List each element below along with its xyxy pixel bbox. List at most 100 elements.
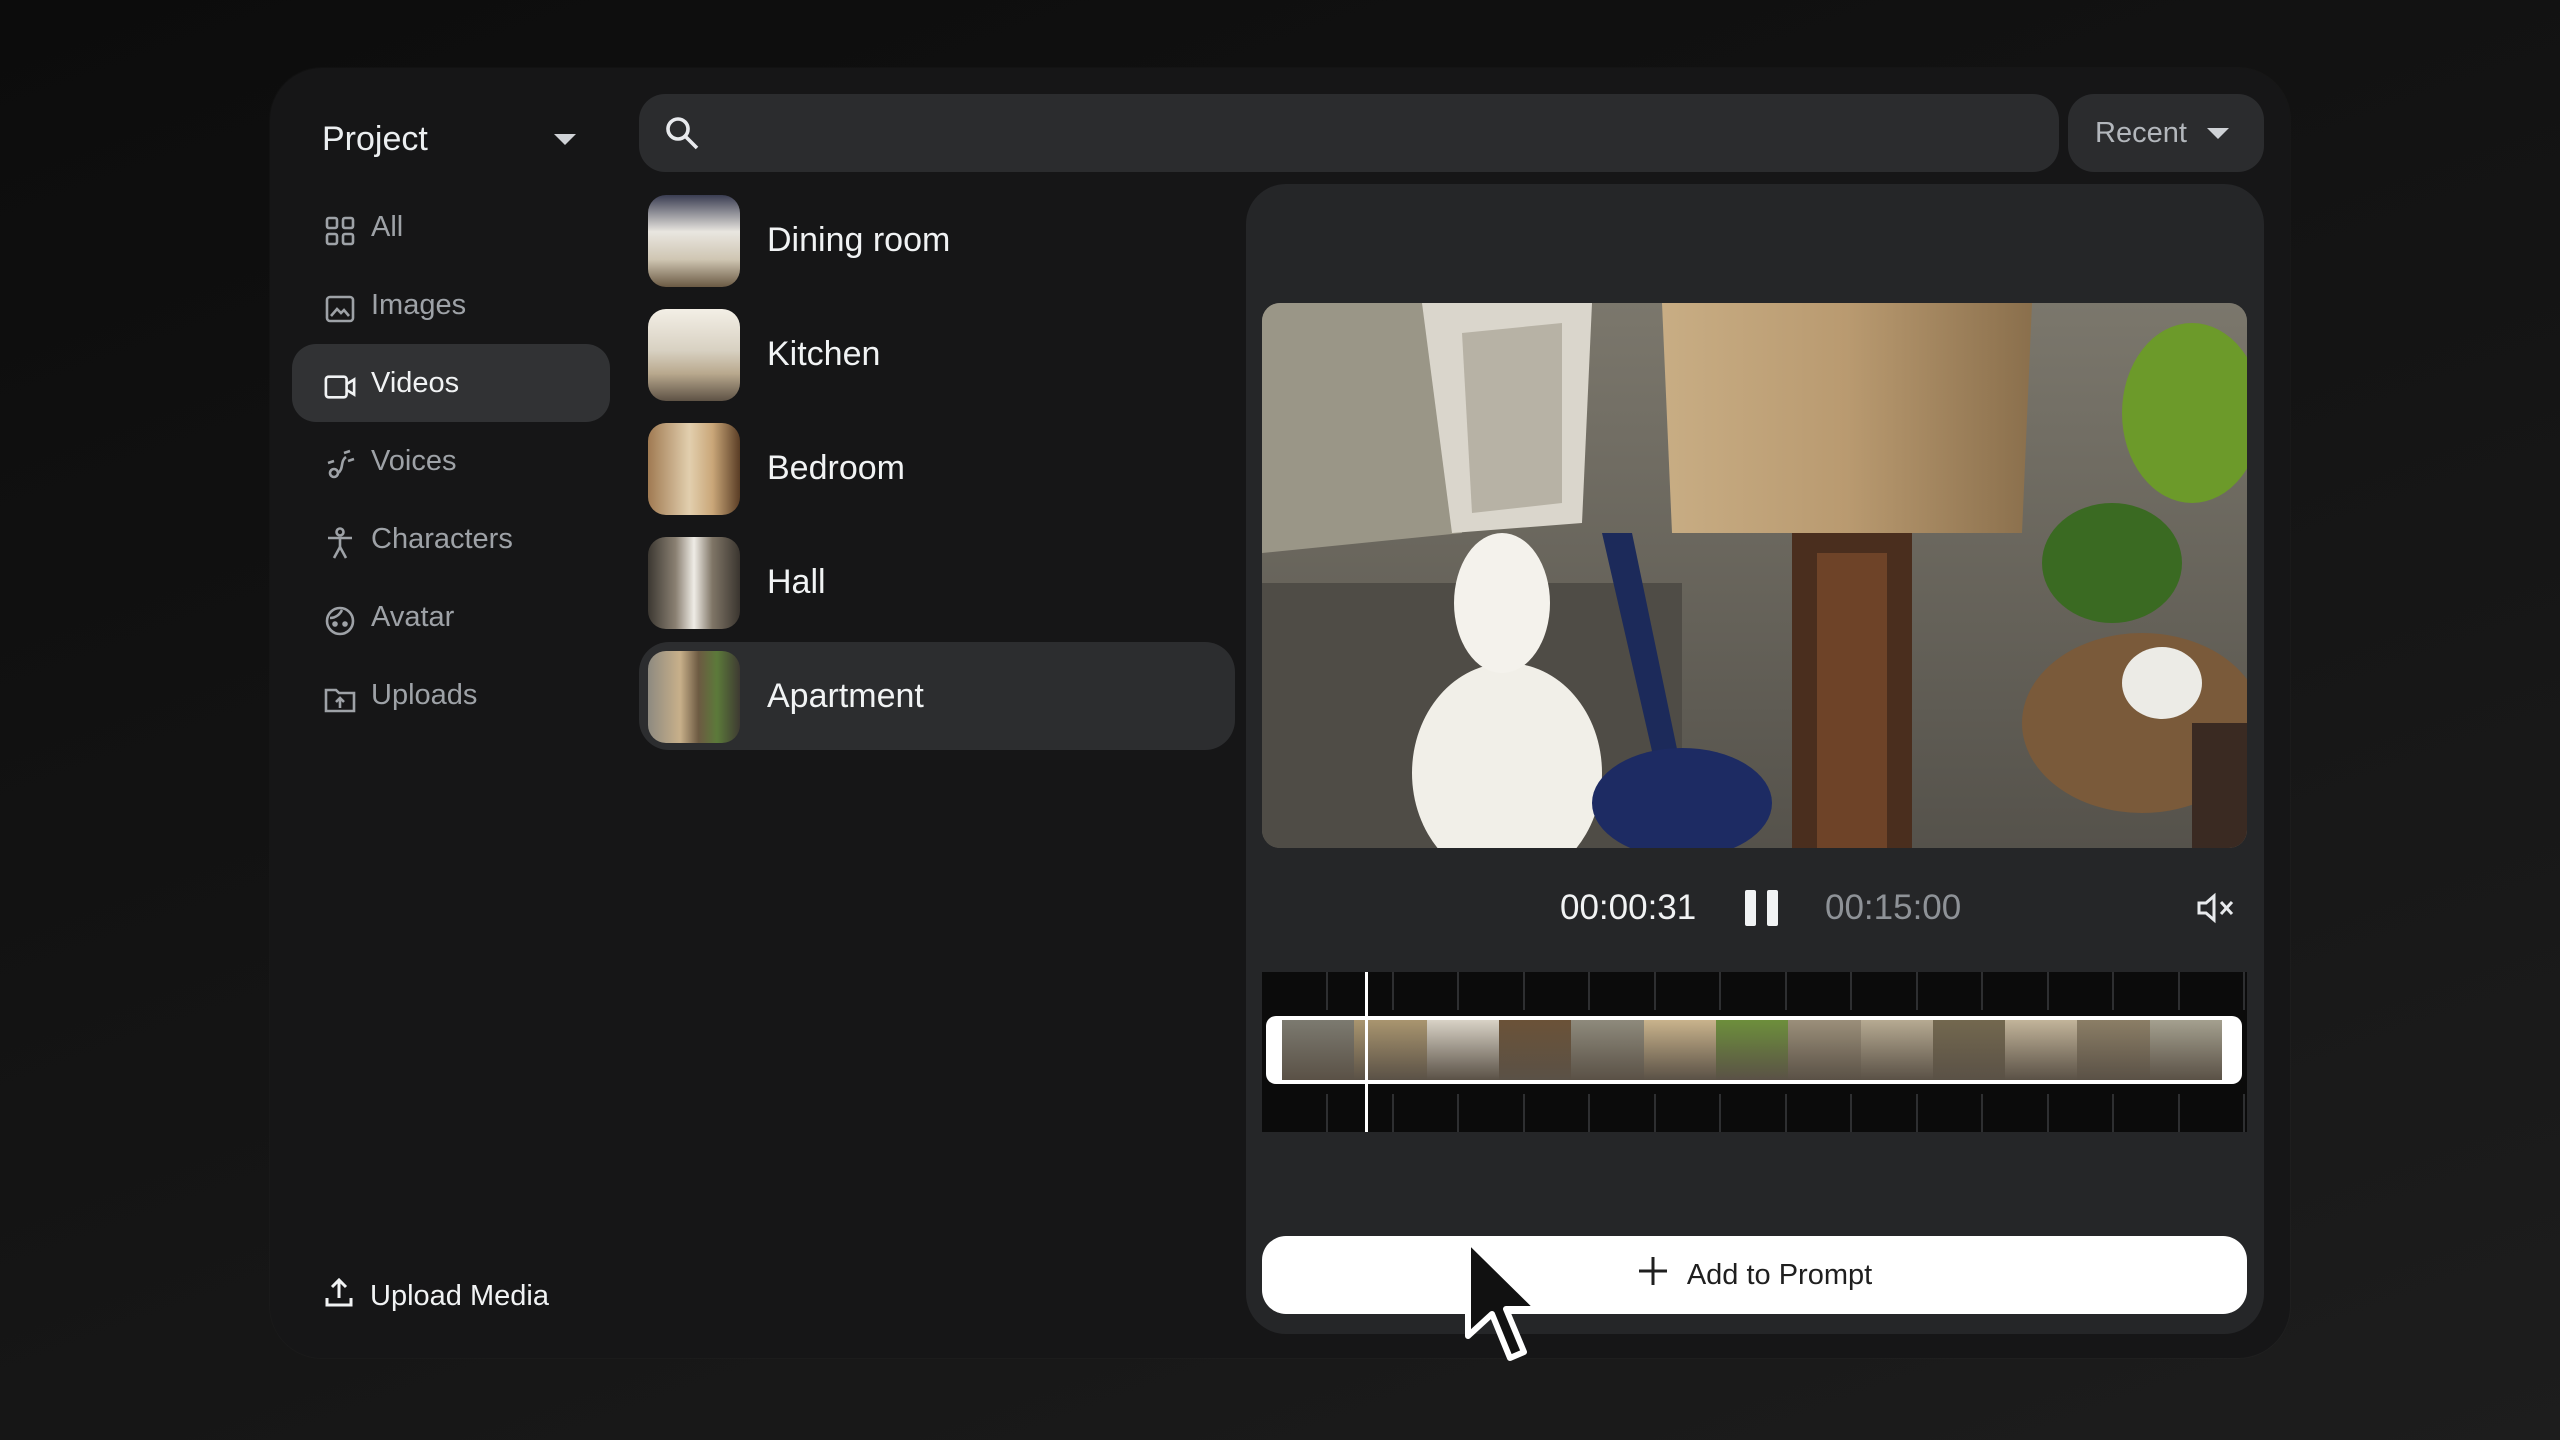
clip-frame — [2077, 1020, 2150, 1080]
sidebar-item-label: All — [371, 211, 404, 243]
list-item-label: Hall — [767, 563, 826, 601]
mouse-pointer-icon — [1462, 1236, 1542, 1372]
clip-frame — [1571, 1020, 1644, 1080]
timeline-tick — [2112, 1094, 2114, 1132]
upload-media-button[interactable]: Upload Media — [324, 1272, 549, 1320]
timeline-tick — [2177, 1094, 2180, 1132]
timeline-tick — [1457, 1094, 1459, 1132]
grid-icon — [324, 215, 356, 247]
clip-frame — [1788, 1020, 1861, 1080]
timeline-clip[interactable] — [1266, 1016, 2242, 1084]
sidebar-item-all[interactable]: All — [292, 188, 610, 266]
timeline-tick — [2243, 972, 2245, 1010]
timeline-tick — [1784, 1094, 1787, 1132]
project-dropdown[interactable]: Project — [322, 110, 580, 168]
timeline-tick — [1850, 972, 1852, 1010]
timeline-tick — [1981, 1094, 1983, 1132]
timeline-tick — [1522, 1094, 1525, 1132]
video-timeline[interactable] — [1262, 972, 2247, 1132]
avatar-icon — [324, 605, 356, 637]
plus-icon — [1637, 1255, 1669, 1295]
video-thumbnail — [648, 195, 740, 287]
upload-media-label: Upload Media — [370, 1279, 549, 1312]
video-thumbnail — [648, 651, 740, 743]
current-time: 00:00:31 — [1560, 888, 1697, 927]
list-item-kitchen[interactable]: Kitchen — [639, 300, 1235, 408]
timeline-tick — [1326, 1094, 1328, 1132]
timeline-tick — [1391, 972, 1394, 1010]
sort-dropdown[interactable]: Recent — [2068, 94, 2264, 172]
sidebar-item-images[interactable]: Images — [292, 266, 610, 344]
timeline-tick — [2046, 1094, 2049, 1132]
search-input[interactable] — [739, 94, 2063, 174]
timeline-tick — [1522, 972, 1525, 1010]
voice-icon — [324, 449, 356, 481]
list-item-label: Kitchen — [767, 335, 881, 373]
uploads-folder-icon — [324, 683, 356, 715]
sidebar-item-characters[interactable]: Characters — [292, 500, 610, 578]
list-item-label: Apartment — [767, 677, 924, 715]
video-thumbnail — [648, 309, 740, 401]
list-item-dining-room[interactable]: Dining room — [639, 186, 1235, 294]
timeline-tick — [1981, 972, 1983, 1010]
timeline-tick — [1391, 1094, 1394, 1132]
mute-icon[interactable] — [2196, 890, 2236, 926]
project-label: Project — [322, 119, 428, 158]
sidebar-item-label: Characters — [371, 523, 513, 555]
clip-frame — [1860, 1020, 1933, 1080]
clip-frame — [1282, 1020, 1355, 1080]
chevron-down-icon — [2206, 127, 2229, 139]
clip-frame — [1426, 1020, 1499, 1080]
video-thumbnail — [648, 423, 740, 515]
timeline-tick — [2177, 972, 2180, 1010]
sidebar-item-label: Images — [371, 289, 467, 321]
add-to-prompt-button[interactable]: Add to Prompt — [1262, 1236, 2247, 1314]
list-item-bedroom[interactable]: Bedroom — [639, 414, 1235, 522]
sidebar-item-label: Uploads — [371, 679, 478, 711]
add-to-prompt-label: Add to Prompt — [1686, 1258, 1873, 1291]
timeline-tick — [1719, 1094, 1721, 1132]
timeline-tick — [1719, 972, 1721, 1010]
sidebar-item-videos[interactable]: Videos — [292, 344, 610, 422]
sidebar-item-label: Voices — [371, 445, 457, 477]
clip-frames — [1282, 1020, 2223, 1080]
clip-frame — [1498, 1020, 1572, 1080]
search-icon — [663, 114, 701, 152]
timeline-tick — [1653, 972, 1656, 1010]
list-item-label: Dining room — [767, 221, 951, 259]
timeline-tick — [2112, 972, 2114, 1010]
character-icon — [324, 527, 356, 559]
list-item-hall[interactable]: Hall — [639, 528, 1235, 636]
search-bar — [639, 94, 2063, 174]
sidebar-item-avatar[interactable]: Avatar — [292, 578, 610, 656]
timeline-tick — [1588, 972, 1590, 1010]
sidebar-item-label: Videos — [371, 367, 460, 399]
timeline-tick — [1915, 972, 1918, 1010]
video-preview[interactable] — [1262, 303, 2247, 848]
video-thumbnail — [648, 537, 740, 629]
list-item-apartment[interactable]: Apartment — [639, 642, 1235, 750]
clip-frame — [2005, 1020, 2078, 1080]
timeline-tick — [1457, 972, 1459, 1010]
timeline-tick — [1588, 1094, 1590, 1132]
chevron-down-icon — [554, 133, 576, 145]
playhead[interactable] — [1365, 972, 1368, 1132]
timeline-tick — [1653, 1094, 1656, 1132]
timeline-tick — [1784, 972, 1787, 1010]
sort-label: Recent — [2095, 116, 2187, 149]
total-duration: 00:15:00 — [1825, 888, 1962, 927]
video-icon — [324, 371, 356, 403]
timeline-tick — [2046, 972, 2049, 1010]
sidebar-item-voices[interactable]: Voices — [292, 422, 610, 500]
sidebar-item-uploads[interactable]: Uploads — [292, 656, 610, 734]
clip-frame — [1932, 1020, 2006, 1080]
pause-button[interactable] — [1745, 890, 1779, 926]
sidebar-item-label: Avatar — [371, 601, 455, 633]
clip-frame — [1715, 1020, 1789, 1080]
clip-frame — [2149, 1020, 2223, 1080]
clip-frame — [1643, 1020, 1716, 1080]
image-icon — [324, 293, 356, 325]
upload-icon — [324, 1276, 354, 1316]
list-item-label: Bedroom — [767, 449, 905, 487]
timeline-tick — [2243, 1094, 2245, 1132]
